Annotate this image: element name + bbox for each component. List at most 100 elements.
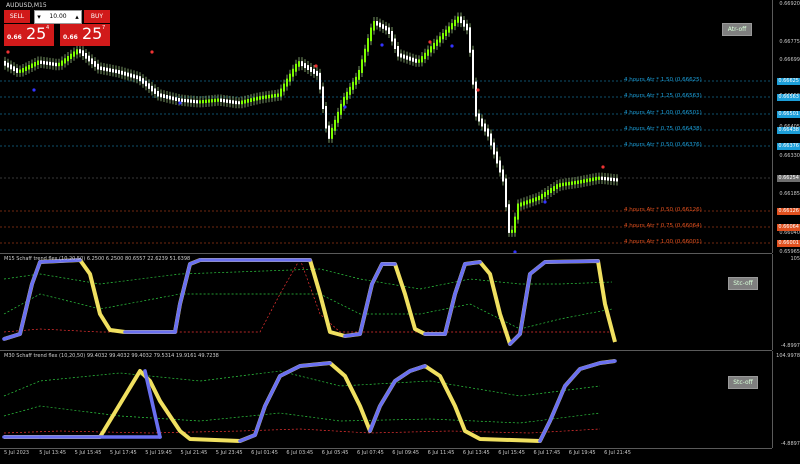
stc-up-line [508, 332, 522, 346]
candle-body [226, 99, 228, 103]
lot-increase-icon[interactable]: ▴ [73, 11, 81, 23]
time-axis-border [0, 448, 772, 449]
candle-body [154, 88, 156, 94]
candle-body [82, 50, 84, 56]
candle-body [235, 100, 237, 105]
candle-body [286, 78, 288, 87]
candle-body [121, 70, 123, 75]
candle-body [457, 16, 459, 23]
time-axis-label: 5 Jul 13:45 [39, 450, 67, 456]
fractal-marker [32, 88, 36, 92]
candle-body [145, 80, 147, 87]
candle-body [208, 99, 210, 103]
candle-body [364, 48, 366, 63]
stc-m15-toggle-button[interactable]: Stc-off [728, 277, 758, 290]
candle-body [343, 96, 345, 107]
candle-body [55, 62, 57, 67]
stc-up-line [18, 282, 34, 336]
candle-body [301, 61, 303, 67]
candle-body [283, 83, 285, 92]
candle-body [271, 94, 273, 98]
candle-body [547, 190, 549, 195]
stc-up-line [358, 282, 374, 336]
candle-body [403, 54, 405, 59]
candle-body [586, 178, 588, 183]
candle-body [334, 119, 336, 131]
price-axis-label: 0.66330 [779, 153, 800, 159]
candle-body [97, 63, 99, 70]
stc-down-line [4, 359, 616, 443]
candle-body [451, 23, 453, 30]
candle-body [538, 195, 540, 201]
candle-body [163, 94, 165, 98]
candle-body [580, 179, 582, 184]
candle-body [475, 81, 477, 117]
stc-m30-toggle-button[interactable]: Stc-off [728, 376, 758, 389]
candle-body [76, 49, 78, 55]
buy-price-box[interactable]: 0.66 25 7 [60, 24, 110, 46]
candle-body [445, 29, 447, 36]
candle-body [277, 93, 279, 97]
stc-m15-axis[interactable]: 105 -4.8997 [772, 254, 800, 350]
candle-body [508, 204, 510, 233]
candle-body [490, 133, 492, 146]
candle-body [499, 160, 501, 173]
candle-body [166, 95, 168, 99]
lot-size-field[interactable]: ▾ 10.00 ▴ [34, 10, 82, 24]
candle-body [241, 100, 243, 105]
candle-body [379, 22, 381, 28]
candle-body [388, 27, 390, 34]
candle-body [529, 199, 531, 204]
candle-body [472, 49, 474, 85]
candle-body [463, 20, 465, 27]
candle-body [442, 33, 444, 40]
stc-signal-band [3, 428, 601, 434]
stc-m30-axis-top: 104.9978 [776, 353, 800, 359]
one-click-trading-panel: SELL ▾ 10.00 ▴ BUY 0.66 25 4 0.66 25 7 [4, 10, 110, 46]
candle-body [394, 38, 396, 49]
buy-button[interactable]: BUY [84, 10, 110, 23]
candle-body [430, 46, 432, 53]
candle-body [88, 55, 90, 62]
candle-body [412, 57, 414, 62]
stc-up-line [298, 361, 332, 368]
candle-body [373, 21, 375, 31]
sell-price-box[interactable]: 0.66 25 4 [4, 24, 54, 46]
stc-up-line [278, 364, 302, 378]
candle-body [514, 216, 516, 233]
fractal-marker [601, 165, 605, 169]
stc-up-line [443, 292, 457, 336]
candle-body [46, 61, 48, 65]
candle-body [19, 69, 21, 73]
candle-body [256, 96, 258, 101]
stc-up-line [178, 262, 192, 306]
lot-decrease-icon[interactable]: ▾ [35, 11, 43, 23]
atr-toggle-button[interactable]: Atr-off [722, 23, 752, 36]
candle-body [229, 99, 231, 104]
candle-body [22, 68, 24, 73]
candle-body [70, 53, 72, 59]
candle-body [328, 125, 330, 139]
candle-body [496, 151, 498, 164]
candle-body [568, 181, 570, 186]
candle-body [355, 76, 357, 85]
stc-up-line [578, 361, 602, 371]
price-axis[interactable]: 0.669200.667750.666990.665500.664050.663… [772, 0, 800, 255]
candle-body [43, 60, 45, 65]
candle-body [199, 100, 201, 104]
stc-up-line [453, 262, 467, 296]
price-axis-label: 0.66699 [779, 57, 800, 63]
sell-button[interactable]: SELL [4, 10, 30, 23]
candle-body [175, 97, 177, 101]
lot-size-value[interactable]: 10.00 [43, 11, 73, 23]
time-axis-label: 5 Jul 19:45 [145, 450, 172, 456]
candle-body [7, 62, 9, 68]
candle-body [322, 86, 324, 109]
candle-body [31, 63, 33, 68]
fractal-marker [428, 40, 432, 44]
candle-body [106, 67, 108, 72]
fractal-marker [178, 101, 182, 105]
candle-body [304, 63, 306, 69]
stc-m30-axis[interactable]: 104.9978 -4.8897 [772, 351, 800, 448]
candle-body [28, 65, 30, 70]
